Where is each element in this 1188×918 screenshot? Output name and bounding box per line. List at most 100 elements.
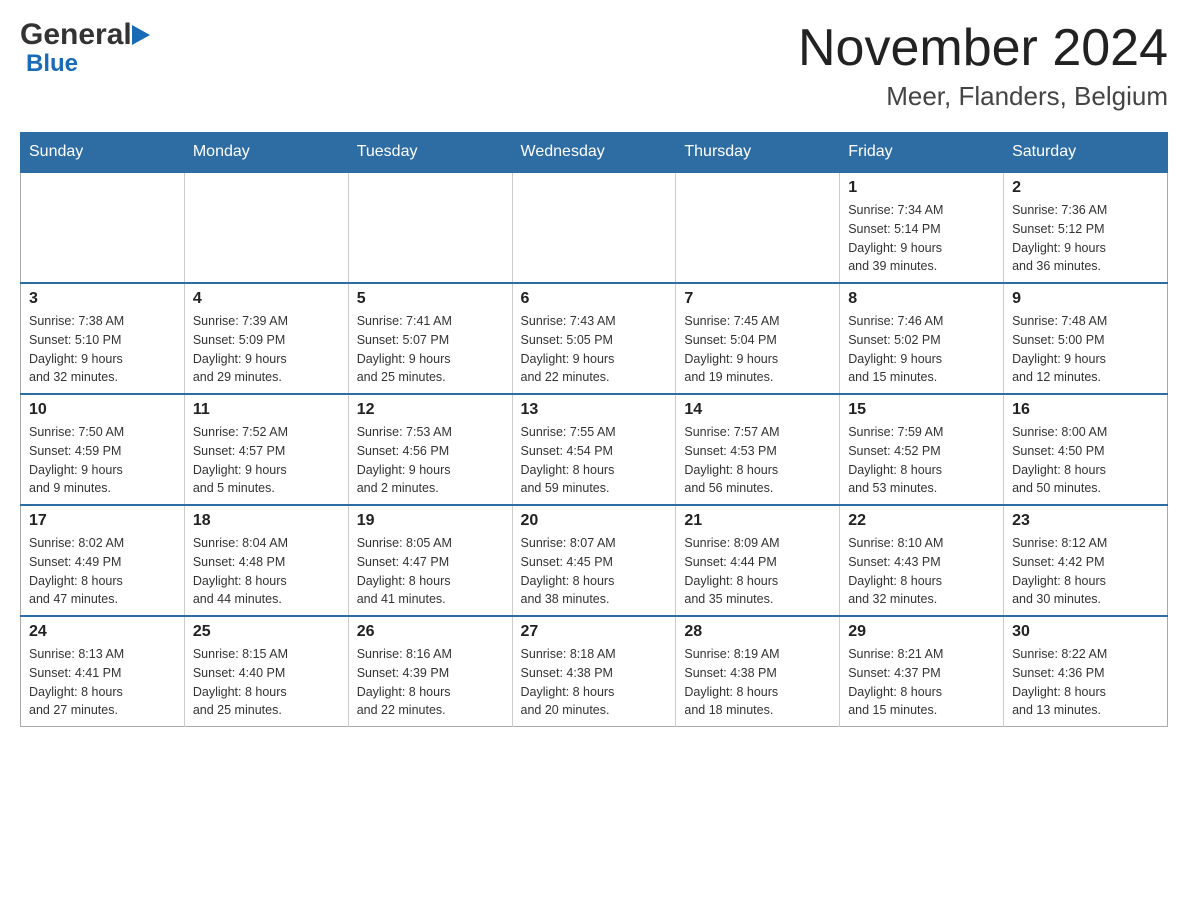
calendar-header: SundayMondayTuesdayWednesdayThursdayFrid…	[21, 133, 1168, 173]
day-number: 22	[848, 512, 995, 530]
day-number: 27	[521, 623, 668, 641]
calendar-day-cell: 14 Sunrise: 7:57 AMSunset: 4:53 PMDayligh…	[676, 394, 840, 505]
calendar-day-cell: 1 Sunrise: 7:34 AMSunset: 5:14 PMDaylight…	[840, 172, 1004, 283]
logo: General Blue	[20, 20, 150, 78]
calendar-week-row: 17 Sunrise: 8:02 AMSunset: 4:49 PMDayligh…	[21, 505, 1168, 616]
day-info: Sunrise: 7:38 AMSunset: 5:10 PMDaylight:…	[29, 312, 176, 387]
calendar-day-cell: 10Sunrise: 7:50 AMSunset: 4:59 PMDayligh…	[21, 394, 185, 505]
day-number: 11	[193, 401, 340, 419]
calendar-day-cell: 13 Sunrise: 7:55 AMSunset: 4:54 PMDayligh…	[512, 394, 676, 505]
day-info: Sunrise: 8:13 AMSunset: 4:41 PMDaylight:…	[29, 645, 176, 720]
calendar-week-row: 24 Sunrise: 8:13 AMSunset: 4:41 PMDayligh…	[21, 616, 1168, 727]
day-number: 3	[29, 290, 176, 308]
day-number: 17	[29, 512, 176, 530]
day-number: 25	[193, 623, 340, 641]
calendar-day-cell: 25 Sunrise: 8:15 AMSunset: 4:40 PMDayligh…	[184, 616, 348, 727]
calendar-week-row: 3 Sunrise: 7:38 AMSunset: 5:10 PMDaylight…	[21, 283, 1168, 394]
day-info: Sunrise: 8:02 AMSunset: 4:49 PMDaylight:…	[29, 534, 176, 609]
day-number: 28	[684, 623, 831, 641]
calendar-day-cell: 17 Sunrise: 8:02 AMSunset: 4:49 PMDayligh…	[21, 505, 185, 616]
day-info: Sunrise: 7:43 AMSunset: 5:05 PMDaylight:…	[521, 312, 668, 387]
calendar-day-cell: 22 Sunrise: 8:10 AMSunset: 4:43 PMDayligh…	[840, 505, 1004, 616]
calendar-day-cell: 24 Sunrise: 8:13 AMSunset: 4:41 PMDayligh…	[21, 616, 185, 727]
day-info: Sunrise: 7:57 AMSunset: 4:53 PMDaylight:…	[684, 423, 831, 498]
day-info: Sunrise: 8:00 AMSunset: 4:50 PMDaylight:…	[1012, 423, 1159, 498]
day-info: Sunrise: 8:15 AMSunset: 4:40 PMDaylight:…	[193, 645, 340, 720]
day-of-week-header: Wednesday	[512, 133, 676, 173]
day-number: 9	[1012, 290, 1159, 308]
day-number: 24	[29, 623, 176, 641]
calendar-day-cell: 29Sunrise: 8:21 AMSunset: 4:37 PMDayligh…	[840, 616, 1004, 727]
calendar-day-cell	[512, 172, 676, 283]
day-info: Sunrise: 8:12 AMSunset: 4:42 PMDaylight:…	[1012, 534, 1159, 609]
calendar-table: SundayMondayTuesdayWednesdayThursdayFrid…	[20, 132, 1168, 727]
calendar-day-cell: 27 Sunrise: 8:18 AMSunset: 4:38 PMDayligh…	[512, 616, 676, 727]
calendar-day-cell: 12 Sunrise: 7:53 AMSunset: 4:56 PMDayligh…	[348, 394, 512, 505]
day-number: 15	[848, 401, 995, 419]
day-number: 14	[684, 401, 831, 419]
day-info: Sunrise: 8:16 AMSunset: 4:39 PMDaylight:…	[357, 645, 504, 720]
day-of-week-header: Friday	[840, 133, 1004, 173]
day-number: 12	[357, 401, 504, 419]
day-number: 21	[684, 512, 831, 530]
day-info: Sunrise: 7:59 AMSunset: 4:52 PMDaylight:…	[848, 423, 995, 498]
day-info: Sunrise: 7:53 AMSunset: 4:56 PMDaylight:…	[357, 423, 504, 498]
calendar-day-cell: 5 Sunrise: 7:41 AMSunset: 5:07 PMDaylight…	[348, 283, 512, 394]
calendar-day-cell: 7 Sunrise: 7:45 AMSunset: 5:04 PMDaylight…	[676, 283, 840, 394]
day-number: 30	[1012, 623, 1159, 641]
day-info: Sunrise: 7:39 AMSunset: 5:09 PMDaylight:…	[193, 312, 340, 387]
day-number: 1	[848, 179, 995, 197]
day-info: Sunrise: 8:05 AMSunset: 4:47 PMDaylight:…	[357, 534, 504, 609]
day-number: 29	[848, 623, 995, 641]
calendar-day-cell: 4Sunrise: 7:39 AMSunset: 5:09 PMDaylight…	[184, 283, 348, 394]
day-of-week-header: Saturday	[1004, 133, 1168, 173]
day-number: 26	[357, 623, 504, 641]
day-number: 5	[357, 290, 504, 308]
day-number: 23	[1012, 512, 1159, 530]
calendar-day-cell: 26 Sunrise: 8:16 AMSunset: 4:39 PMDayligh…	[348, 616, 512, 727]
calendar-day-cell	[676, 172, 840, 283]
day-number: 20	[521, 512, 668, 530]
logo-general-text: General	[20, 20, 132, 50]
day-number: 18	[193, 512, 340, 530]
day-number: 2	[1012, 179, 1159, 197]
calendar-week-row: 1 Sunrise: 7:34 AMSunset: 5:14 PMDaylight…	[21, 172, 1168, 283]
calendar-day-cell: 8Sunrise: 7:46 AMSunset: 5:02 PMDaylight…	[840, 283, 1004, 394]
day-of-week-header: Sunday	[21, 133, 185, 173]
logo-blue-text: Blue	[26, 50, 150, 78]
day-info: Sunrise: 7:34 AMSunset: 5:14 PMDaylight:…	[848, 201, 995, 276]
day-number: 10	[29, 401, 176, 419]
calendar-week-row: 10Sunrise: 7:50 AMSunset: 4:59 PMDayligh…	[21, 394, 1168, 505]
day-info: Sunrise: 8:09 AMSunset: 4:44 PMDaylight:…	[684, 534, 831, 609]
calendar-day-cell	[184, 172, 348, 283]
day-info: Sunrise: 8:18 AMSunset: 4:38 PMDaylight:…	[521, 645, 668, 720]
calendar-day-cell: 28Sunrise: 8:19 AMSunset: 4:38 PMDayligh…	[676, 616, 840, 727]
calendar-day-cell: 9Sunrise: 7:48 AMSunset: 5:00 PMDaylight…	[1004, 283, 1168, 394]
calendar-day-cell: 20 Sunrise: 8:07 AMSunset: 4:45 PMDayligh…	[512, 505, 676, 616]
day-of-week-header: Tuesday	[348, 133, 512, 173]
calendar-day-cell: 6 Sunrise: 7:43 AMSunset: 5:05 PMDaylight…	[512, 283, 676, 394]
calendar-day-cell: 11Sunrise: 7:52 AMSunset: 4:57 PMDayligh…	[184, 394, 348, 505]
day-number: 8	[848, 290, 995, 308]
calendar-day-cell: 18 Sunrise: 8:04 AMSunset: 4:48 PMDayligh…	[184, 505, 348, 616]
day-info: Sunrise: 8:04 AMSunset: 4:48 PMDaylight:…	[193, 534, 340, 609]
day-info: Sunrise: 7:41 AMSunset: 5:07 PMDaylight:…	[357, 312, 504, 387]
calendar-day-cell: 21 Sunrise: 8:09 AMSunset: 4:44 PMDayligh…	[676, 505, 840, 616]
day-info: Sunrise: 8:10 AMSunset: 4:43 PMDaylight:…	[848, 534, 995, 609]
day-info: Sunrise: 8:22 AMSunset: 4:36 PMDaylight:…	[1012, 645, 1159, 720]
day-info: Sunrise: 8:07 AMSunset: 4:45 PMDaylight:…	[521, 534, 668, 609]
day-info: Sunrise: 7:45 AMSunset: 5:04 PMDaylight:…	[684, 312, 831, 387]
calendar-day-cell: 16 Sunrise: 8:00 AMSunset: 4:50 PMDayligh…	[1004, 394, 1168, 505]
location-title: Meer, Flanders, Belgium	[798, 81, 1168, 112]
day-number: 7	[684, 290, 831, 308]
day-number: 13	[521, 401, 668, 419]
days-of-week-row: SundayMondayTuesdayWednesdayThursdayFrid…	[21, 133, 1168, 173]
day-of-week-header: Thursday	[676, 133, 840, 173]
day-number: 6	[521, 290, 668, 308]
day-number: 16	[1012, 401, 1159, 419]
day-number: 19	[357, 512, 504, 530]
calendar-day-cell: 19 Sunrise: 8:05 AMSunset: 4:47 PMDayligh…	[348, 505, 512, 616]
day-info: Sunrise: 7:55 AMSunset: 4:54 PMDaylight:…	[521, 423, 668, 498]
calendar-day-cell	[348, 172, 512, 283]
calendar-day-cell: 3 Sunrise: 7:38 AMSunset: 5:10 PMDaylight…	[21, 283, 185, 394]
